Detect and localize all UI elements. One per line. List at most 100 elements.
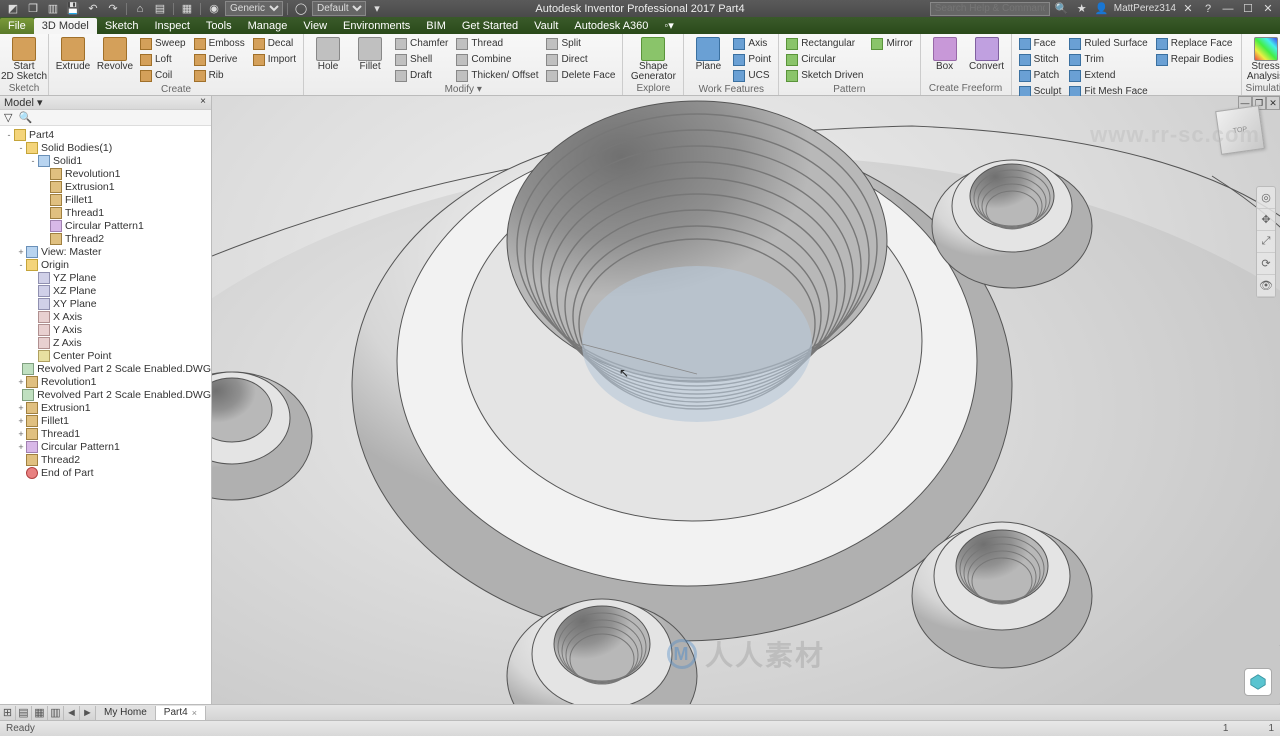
tree-node[interactable]: -Solid Bodies(1)	[0, 141, 211, 154]
undo-icon[interactable]: ↶	[84, 1, 102, 16]
doc-prev-icon[interactable]: ◄	[64, 706, 80, 720]
tab-file[interactable]: File	[0, 18, 34, 34]
tab-bim[interactable]: BIM	[418, 18, 454, 34]
maximize-icon[interactable]: ☐	[1240, 1, 1256, 17]
tree-node[interactable]: End of Part	[0, 466, 211, 479]
tab-view[interactable]: View	[295, 18, 335, 34]
plane-button[interactable]: Plane	[688, 36, 728, 83]
tree-node[interactable]: YZ Plane	[0, 271, 211, 284]
fillet-button[interactable]: Fillet	[350, 36, 390, 83]
tree-node[interactable]: Z Axis	[0, 336, 211, 349]
tree-node[interactable]: Thread2	[0, 232, 211, 245]
convert-freeform-button[interactable]: Convert	[967, 36, 1007, 82]
tree-node[interactable]: -Origin	[0, 258, 211, 271]
sweep-button[interactable]: Sweep	[137, 36, 189, 51]
tree-node[interactable]: +Revolution1	[0, 375, 211, 388]
tree-node[interactable]: Revolved Part 2 Scale Enabled.DWG	[0, 362, 211, 375]
patch-button[interactable]: Patch	[1016, 68, 1065, 83]
tab-3d-model[interactable]: 3D Model	[34, 18, 97, 34]
shell-button[interactable]: Shell	[392, 52, 451, 67]
doctab-close-icon[interactable]: ×	[192, 708, 197, 718]
tree-node[interactable]: XZ Plane	[0, 284, 211, 297]
tree-node[interactable]: +Extrusion1	[0, 401, 211, 414]
import-button[interactable]: Import	[250, 52, 299, 67]
close-icon[interactable]: ✕	[1260, 1, 1276, 17]
tree-node[interactable]: -Solid1	[0, 154, 211, 167]
tab-sketch[interactable]: Sketch	[97, 18, 147, 34]
draft-button[interactable]: Draft	[392, 68, 451, 83]
shape-generator-button[interactable]: Shape Generator	[627, 36, 679, 82]
material-swatch-icon[interactable]: ◉	[205, 1, 223, 16]
view-cube[interactable]: TOP	[1215, 105, 1265, 155]
start-2d-sketch-button[interactable]: Start 2D Sketch	[4, 36, 44, 82]
doc-icon-4[interactable]: ▥	[48, 706, 64, 720]
viewport-3d[interactable]: — ❐ ✕	[212, 96, 1280, 704]
tree-node[interactable]: -Part4	[0, 128, 211, 141]
close-x-icon[interactable]: ✕	[1180, 1, 1196, 17]
tab-vault[interactable]: Vault	[526, 18, 566, 34]
axis-button[interactable]: Axis	[730, 36, 774, 51]
decal-button[interactable]: Decal	[250, 36, 299, 51]
trim-button[interactable]: Trim	[1066, 52, 1150, 67]
user-icon[interactable]: 👤	[1094, 1, 1110, 17]
loft-button[interactable]: Loft	[137, 52, 189, 67]
tree-node[interactable]: Fillet1	[0, 193, 211, 206]
tab-tools[interactable]: Tools	[198, 18, 240, 34]
tree-node[interactable]: Thread2	[0, 453, 211, 466]
circular-button[interactable]: Circular	[783, 52, 866, 67]
rectangular-button[interactable]: Rectangular	[783, 36, 866, 51]
search-icon[interactable]: 🔍	[1054, 1, 1070, 17]
tree-node[interactable]: +Thread1	[0, 427, 211, 440]
mirror-button[interactable]: Mirror	[868, 36, 915, 51]
appearance-select[interactable]: Generic	[225, 1, 283, 16]
redo-icon[interactable]: ↷	[104, 1, 122, 16]
open-icon[interactable]: ▥	[44, 1, 62, 16]
tree-node[interactable]: +View: Master	[0, 245, 211, 258]
nav-orbit-icon[interactable]: ⟳	[1257, 253, 1275, 275]
thread-button[interactable]: Thread	[453, 36, 541, 51]
chamfer-button[interactable]: Chamfer	[392, 36, 451, 51]
tab-get-started[interactable]: Get Started	[454, 18, 526, 34]
new-icon[interactable]: ❐	[24, 1, 42, 16]
derive-button[interactable]: Derive	[191, 52, 248, 67]
browser-close-icon[interactable]: ×	[197, 96, 209, 108]
tab-a360[interactable]: Autodesk A360	[566, 18, 656, 34]
tree-node[interactable]: XY Plane	[0, 297, 211, 310]
tab-inspect[interactable]: Inspect	[146, 18, 197, 34]
doctab-home[interactable]: My Home	[96, 706, 156, 720]
repair-bodies-button[interactable]: Repair Bodies	[1153, 52, 1237, 67]
box-button[interactable]: Box	[925, 36, 965, 82]
signin-star-icon[interactable]: ★	[1074, 1, 1090, 17]
replace-face-button[interactable]: Replace Face	[1153, 36, 1237, 51]
doctab-part4[interactable]: Part4×	[156, 706, 206, 720]
doc-icon-2[interactable]: ▤	[16, 706, 32, 720]
doc-next-icon[interactable]: ►	[80, 706, 96, 720]
filter-icon[interactable]: ▽	[4, 111, 12, 124]
save-icon[interactable]: 💾	[64, 1, 82, 16]
nav-look-icon[interactable]: 👁	[1257, 275, 1275, 297]
material-select[interactable]: Default	[312, 1, 366, 16]
search-input[interactable]	[930, 2, 1050, 16]
tree-node[interactable]: +Fillet1	[0, 414, 211, 427]
find-icon[interactable]: 🔍	[18, 111, 32, 124]
coil-button[interactable]: Coil	[137, 68, 189, 83]
point-button[interactable]: Point	[730, 52, 774, 67]
thicken-button[interactable]: Thicken/ Offset	[453, 68, 541, 83]
tree-node[interactable]: Revolved Part 2 Scale Enabled.DWG	[0, 388, 211, 401]
tab-manage[interactable]: Manage	[240, 18, 296, 34]
nav-pan-icon[interactable]: ✥	[1257, 209, 1275, 231]
ribbon-collapse-icon[interactable]: ◦▾	[656, 17, 681, 34]
tree-node[interactable]: Extrusion1	[0, 180, 211, 193]
layers-icon[interactable]: ▤	[151, 1, 169, 16]
delete-face-button[interactable]: Delete Face	[543, 68, 618, 83]
minimize-icon[interactable]: —	[1220, 1, 1236, 17]
tree-node[interactable]: X Axis	[0, 310, 211, 323]
app-icon[interactable]: ◩	[4, 1, 22, 16]
tree-node[interactable]: Thread1	[0, 206, 211, 219]
qat-dropdown-icon[interactable]: ▾	[368, 1, 386, 16]
nav-zoom-icon[interactable]: ⤢	[1257, 231, 1275, 253]
stress-analysis-button[interactable]: Stress Analysis	[1246, 36, 1280, 82]
tree-node[interactable]: Y Axis	[0, 323, 211, 336]
doc-icon-3[interactable]: ▦	[32, 706, 48, 720]
viewport-badge-icon[interactable]	[1244, 668, 1272, 696]
